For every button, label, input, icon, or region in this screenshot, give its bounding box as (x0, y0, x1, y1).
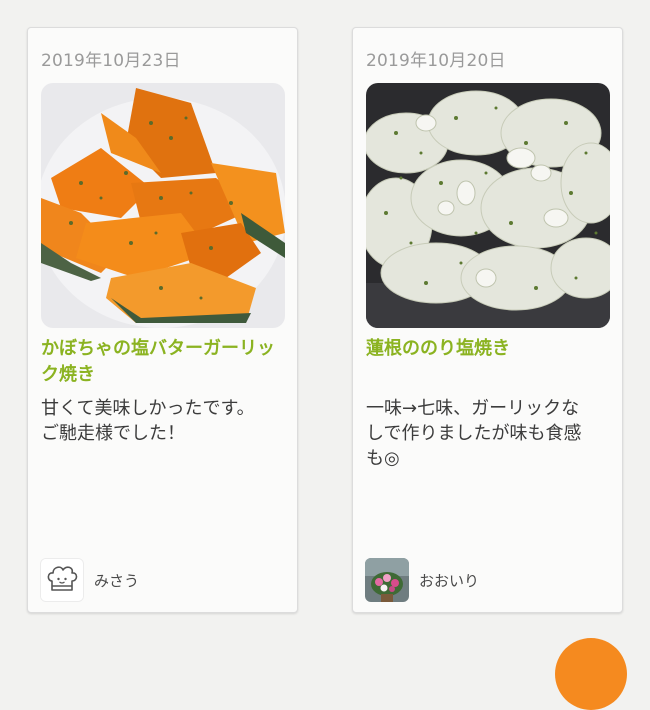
author[interactable]: おおいり (365, 557, 479, 603)
author[interactable]: みさう (40, 557, 139, 603)
recipe-title-link[interactable]: かぼちゃの塩バターガーリック焼き (41, 336, 285, 388)
lotus-root-photo (366, 83, 610, 328)
floating-action-button[interactable] (555, 638, 627, 710)
pumpkin-photo (41, 83, 285, 328)
report-card-2[interactable]: 2019年10月20日 蓮根ののり塩焼き 一味→七味、ガーリックなしで作りました… (352, 27, 623, 613)
author-name[interactable]: みさう (94, 570, 139, 591)
author-name[interactable]: おおいり (419, 570, 479, 591)
report-date: 2019年10月23日 (41, 51, 181, 71)
flower-photo-icon (365, 558, 409, 602)
chef-hat-icon (40, 558, 84, 602)
report-card-1[interactable]: 2019年10月23日 かぼちゃの塩バターガーリック焼き 甘くて美味しかったです… (27, 27, 298, 613)
report-photo[interactable] (366, 83, 610, 328)
report-comment: 甘くて美味しかったです。 ご馳走様でした！ (41, 398, 255, 444)
report-date: 2019年10月20日 (366, 51, 506, 71)
report-photo[interactable] (41, 83, 285, 328)
report-comment: 一味→七味、ガーリックなしで作りましたが味も食感も◎ (366, 398, 582, 469)
recipe-title-link[interactable]: 蓮根ののり塩焼き (366, 336, 610, 362)
